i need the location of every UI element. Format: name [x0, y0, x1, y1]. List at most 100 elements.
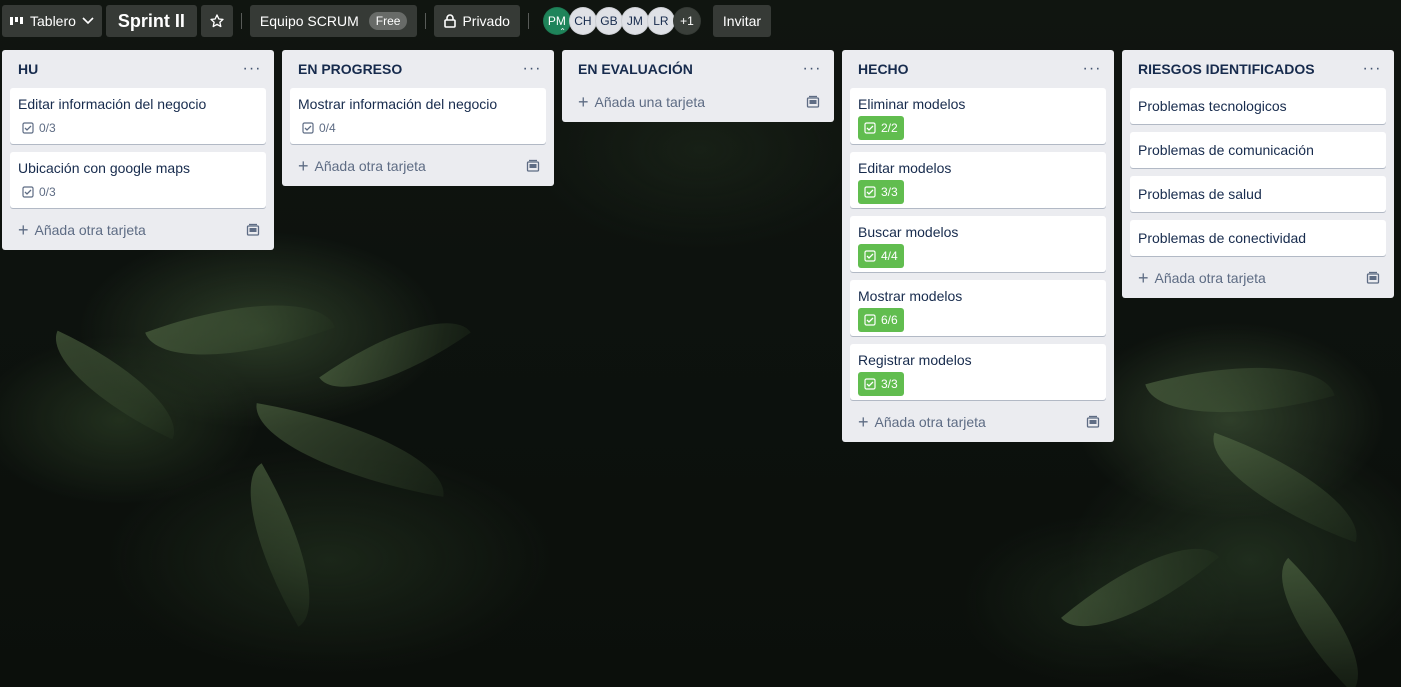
- checkbox-icon: [22, 186, 34, 198]
- card-template-icon[interactable]: [1366, 271, 1380, 285]
- ellipsis-icon[interactable]: ···: [518, 55, 546, 83]
- card[interactable]: Problemas de comunicación: [1130, 132, 1386, 168]
- avatar[interactable]: JM: [620, 7, 649, 35]
- list-title[interactable]: HECHO: [858, 61, 909, 77]
- view-switcher-button[interactable]: Tablero: [2, 5, 102, 37]
- checklist-count: 2/2: [881, 121, 898, 135]
- board-lists: HU ··· Editar información del negocio 0/…: [2, 50, 1394, 442]
- card[interactable]: Mostrar modelos 6/6: [850, 280, 1106, 336]
- checklist-count: 0/4: [319, 121, 336, 135]
- star-button[interactable]: [200, 5, 233, 37]
- avatar-initials: CH: [574, 14, 592, 28]
- card[interactable]: Mostrar información del negocio 0/4: [290, 88, 546, 144]
- board-members: PM ⌃ CH GB JM LR +1: [542, 7, 701, 36]
- add-card-content: + Añada otra tarjeta: [1138, 269, 1266, 287]
- card[interactable]: Problemas de conectividad: [1130, 220, 1386, 256]
- visibility-button[interactable]: Privado: [434, 5, 520, 37]
- board-title[interactable]: Sprint II: [105, 5, 197, 37]
- add-card-button[interactable]: + Añada otra tarjeta: [10, 216, 266, 244]
- ellipsis-icon[interactable]: ···: [798, 55, 826, 83]
- card-title: Eliminar modelos: [858, 96, 966, 112]
- more-members-button[interactable]: +1: [672, 7, 701, 35]
- list-hecho: HECHO ··· Eliminar modelos 2/2 Editar mo…: [842, 50, 1114, 442]
- add-card-content: + Añada otra tarjeta: [858, 413, 986, 431]
- checklist-count: 6/6: [881, 313, 898, 327]
- card-badges: 6/6: [858, 308, 1098, 332]
- card-badges: 4/4: [858, 244, 1098, 268]
- card-template-icon[interactable]: [806, 95, 820, 109]
- list-header: HECHO ···: [850, 50, 1106, 88]
- board-view-icon: [10, 17, 23, 25]
- list-header: EN PROGRESO ···: [290, 50, 546, 88]
- ellipsis-icon[interactable]: ···: [1358, 55, 1386, 83]
- avatar[interactable]: PM ⌃: [542, 7, 571, 36]
- checklist-badge-complete: 2/2: [858, 116, 904, 140]
- card-badges: 2/2: [858, 116, 1098, 140]
- star-icon: [210, 14, 224, 28]
- avatar[interactable]: GB: [594, 7, 623, 35]
- checklist-badge-complete: 4/4: [858, 244, 904, 268]
- lock-icon: [444, 14, 457, 28]
- header-divider: [425, 13, 427, 29]
- add-card-button[interactable]: + Añada otra tarjeta: [290, 152, 546, 180]
- avatar[interactable]: CH: [568, 7, 597, 35]
- checkbox-icon: [864, 378, 876, 390]
- checkbox-icon: [302, 122, 314, 134]
- workspace-name: Equipo SCRUM: [259, 13, 359, 29]
- checklist-count: 4/4: [881, 249, 898, 263]
- list-title[interactable]: HU: [18, 61, 38, 77]
- list-en-progreso: EN PROGRESO ··· Mostrar información del …: [282, 50, 554, 186]
- card[interactable]: Problemas tecnologicos: [1130, 88, 1386, 124]
- add-card-button[interactable]: + Añada otra tarjeta: [1130, 264, 1386, 292]
- plus-icon: +: [1138, 268, 1149, 288]
- checkbox-icon: [864, 122, 876, 134]
- card[interactable]: Editar modelos 3/3: [850, 152, 1106, 208]
- card-title: Buscar modelos: [858, 224, 959, 240]
- card[interactable]: Buscar modelos 4/4: [850, 216, 1106, 272]
- invite-button[interactable]: Invitar: [712, 5, 772, 37]
- card[interactable]: Registrar modelos 3/3: [850, 344, 1106, 400]
- avatar[interactable]: LR: [646, 7, 675, 35]
- background-leaf: [1061, 515, 1219, 660]
- card-title: Problemas de salud: [1138, 186, 1262, 202]
- workspace-button[interactable]: Equipo SCRUM Free: [249, 5, 418, 37]
- list-title[interactable]: EN EVALUACIÓN: [578, 61, 693, 77]
- background-leaf: [1252, 557, 1388, 687]
- card-badges: 0/3: [18, 118, 258, 138]
- add-card-label: Añada una tarjeta: [594, 94, 706, 110]
- plus-icon: +: [18, 220, 29, 240]
- checklist-badge: 0/3: [18, 118, 60, 138]
- list-title[interactable]: RIESGOS IDENTIFICADOS: [1138, 61, 1315, 77]
- card-template-icon[interactable]: [1086, 415, 1100, 429]
- checklist-badge-complete: 6/6: [858, 308, 904, 332]
- visibility-label: Privado: [462, 13, 510, 29]
- card-title: Editar información del negocio: [18, 96, 207, 112]
- card[interactable]: Editar información del negocio 0/3: [10, 88, 266, 144]
- list-hu: HU ··· Editar información del negocio 0/…: [2, 50, 274, 250]
- add-card-button[interactable]: + Añada una tarjeta: [570, 88, 826, 116]
- plus-icon: +: [298, 156, 309, 176]
- card-template-icon[interactable]: [246, 223, 260, 237]
- checklist-badge-complete: 3/3: [858, 180, 904, 204]
- card[interactable]: Problemas de salud: [1130, 176, 1386, 212]
- card-title: Problemas de conectividad: [1138, 230, 1307, 246]
- avatar-initials: PM: [547, 14, 566, 28]
- card-title: Mostrar información del negocio: [298, 96, 498, 112]
- more-members-count: +1: [680, 14, 694, 28]
- add-card-content: + Añada otra tarjeta: [18, 221, 146, 239]
- list-title[interactable]: EN PROGRESO: [298, 61, 402, 77]
- add-card-label: Añada otra tarjeta: [1154, 270, 1266, 286]
- workspace-plan-badge: Free: [368, 12, 408, 30]
- ellipsis-icon[interactable]: ···: [238, 55, 266, 83]
- add-card-button[interactable]: + Añada otra tarjeta: [850, 408, 1106, 436]
- checkbox-icon: [22, 122, 34, 134]
- card-template-icon[interactable]: [526, 159, 540, 173]
- card[interactable]: Ubicación con google maps 0/3: [10, 152, 266, 208]
- card[interactable]: Eliminar modelos 2/2: [850, 88, 1106, 144]
- header-divider: [527, 13, 529, 29]
- ellipsis-icon[interactable]: ···: [1078, 55, 1106, 83]
- plus-icon: +: [578, 92, 589, 112]
- avatar-initials: LR: [653, 14, 669, 28]
- checklist-badge-complete: 3/3: [858, 372, 904, 396]
- add-card-label: Añada otra tarjeta: [314, 158, 426, 174]
